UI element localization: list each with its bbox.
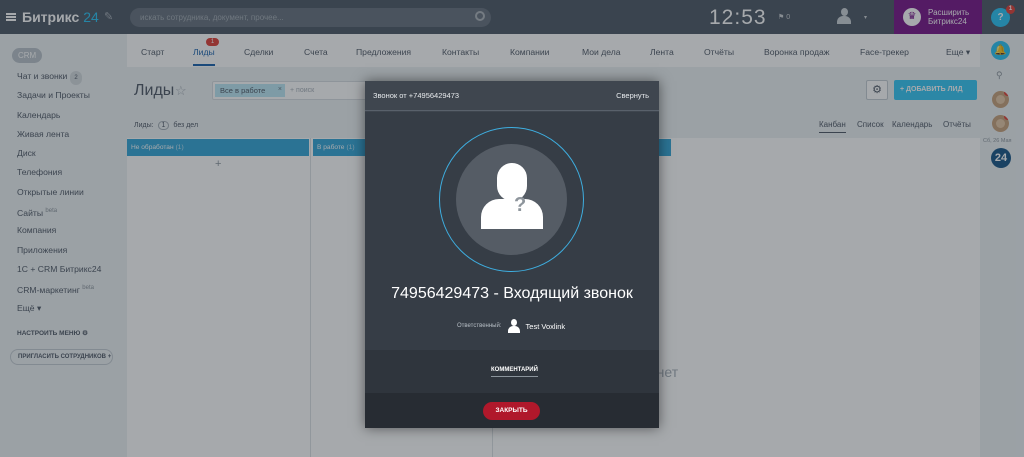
incoming-call-dialog: Звонок от +74956429473 Свернуть ? 749564… bbox=[365, 81, 659, 428]
caller-heading: 74956429473 - Входящий звонок bbox=[391, 285, 633, 302]
user-icon bbox=[507, 319, 520, 333]
unknown-caller-icon: ? bbox=[456, 144, 567, 255]
caller-avatar-ring: ? bbox=[439, 127, 584, 272]
dialog-title: Звонок от +74956429473 bbox=[373, 91, 460, 100]
responsible-row: Ответственный: Test Voxlink bbox=[457, 319, 565, 333]
dialog-footer: ЗАКРЫТЬ bbox=[365, 393, 659, 428]
dialog-body: ? 74956429473 - Входящий звонок Ответств… bbox=[365, 112, 659, 350]
dialog-header: Звонок от +74956429473 Свернуть bbox=[365, 81, 659, 111]
close-button[interactable]: ЗАКРЫТЬ bbox=[483, 402, 540, 420]
responsible-label: Ответственный: bbox=[457, 323, 502, 329]
responsible-name[interactable]: Test Voxlink bbox=[526, 322, 566, 331]
comment-section: КОММЕНТАРИЙ bbox=[365, 350, 659, 393]
comment-button[interactable]: КОММЕНТАРИЙ bbox=[491, 367, 538, 377]
minimize-button[interactable]: Свернуть bbox=[616, 91, 649, 100]
